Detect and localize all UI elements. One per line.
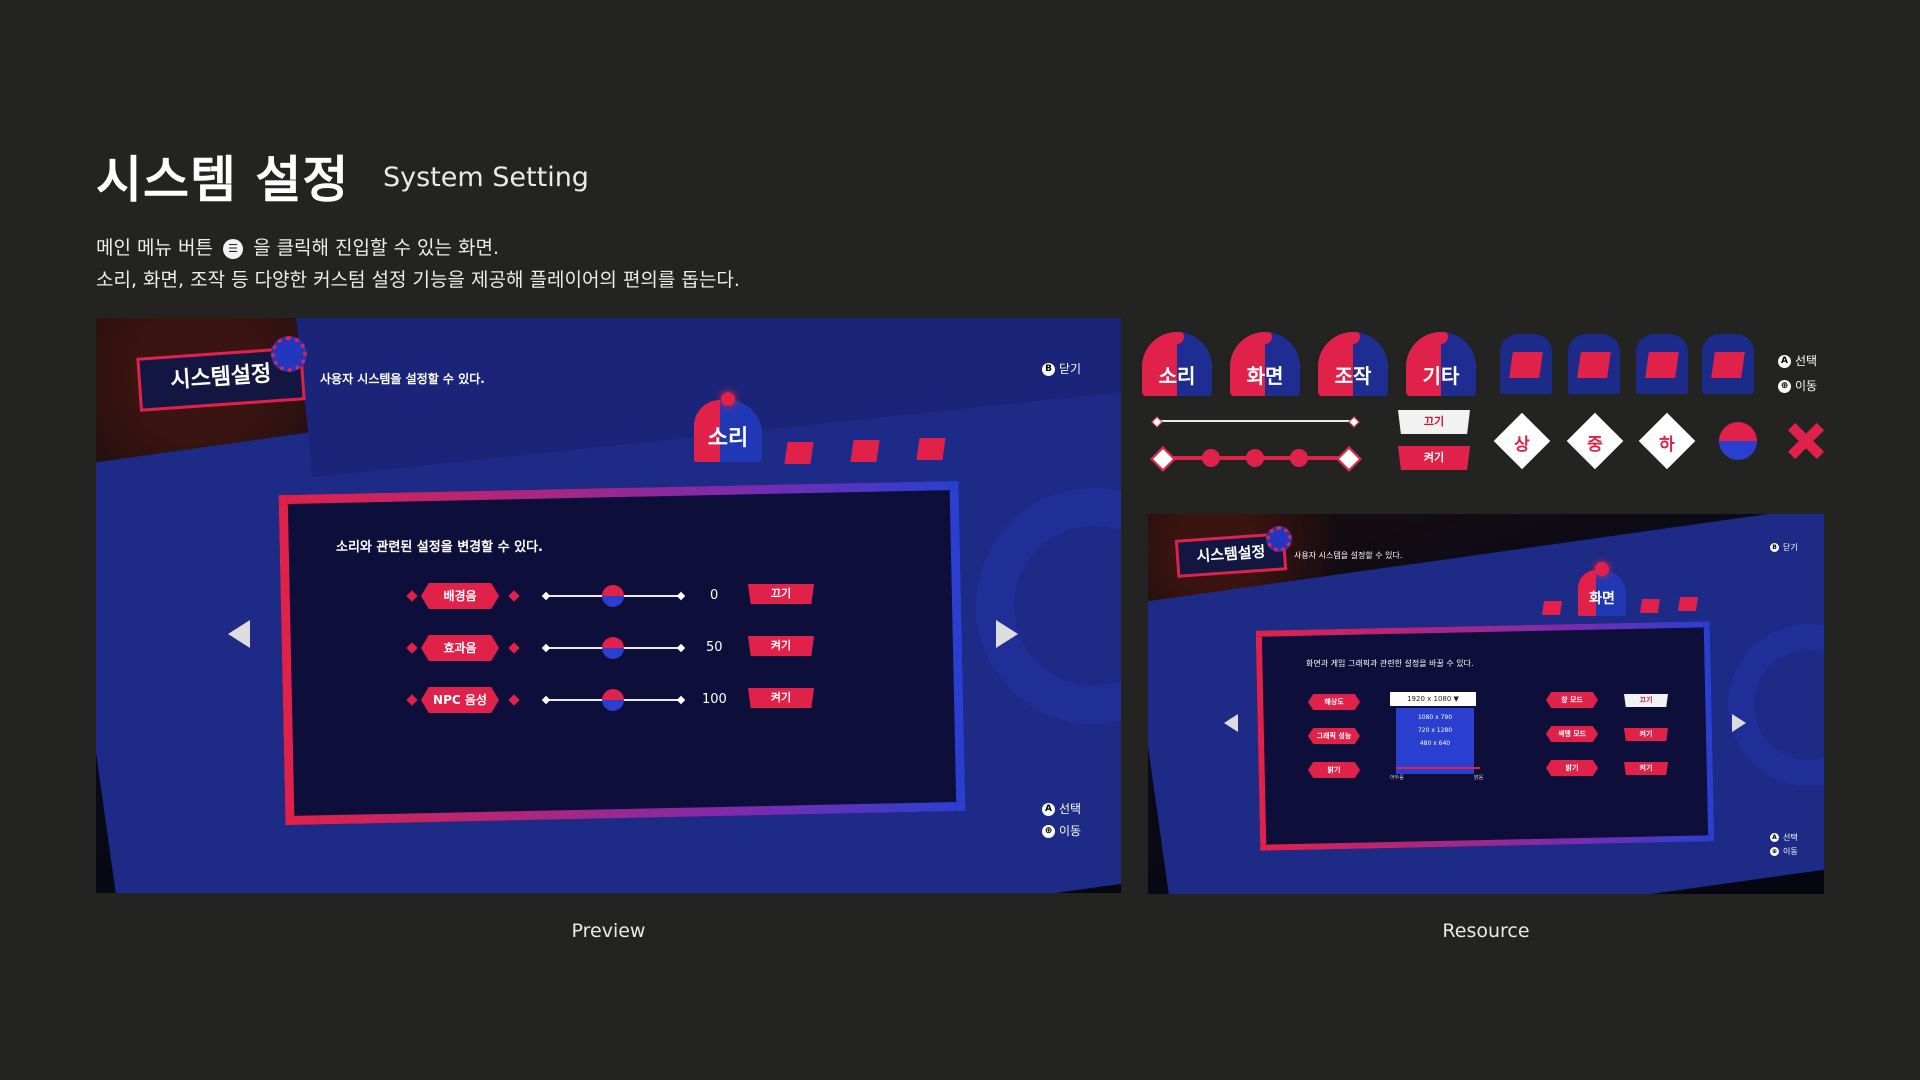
res-row-colorblind: 색맹 모드: [1546, 726, 1598, 742]
b-button-icon: B: [1042, 363, 1055, 376]
row-value: 100: [702, 692, 727, 707]
quality-high-label: 상: [1514, 435, 1530, 455]
screen-tab-icon: [1568, 334, 1620, 394]
res-card-description: 화면과 게임 그래픽과 관련한 설정을 바꿀 수 있다.: [1306, 659, 1474, 668]
res-row-brightness: 밝기: [1308, 762, 1360, 778]
row-value: 50: [706, 640, 723, 655]
cog-icon: [271, 336, 307, 372]
quality-low-label: 하: [1659, 435, 1675, 455]
screen-icon: [784, 442, 814, 464]
toggle-button[interactable]: 끄기: [748, 584, 814, 604]
desc-text-b: 을 클릭해 진입할 수 있는 화면.: [253, 237, 500, 259]
res-row-graphics: 그래픽 성능: [1308, 728, 1360, 744]
dpad-icon: ⊕: [1778, 380, 1791, 393]
control-tab-icon: [1636, 334, 1688, 394]
res-select-hint: A 선택: [1778, 352, 1817, 369]
card-description: 소리와 관련된 설정을 변경할 수 있다.: [336, 540, 543, 555]
res-row-window: 창 모드: [1546, 692, 1598, 708]
res-toggle-off: 끄기: [1398, 410, 1470, 434]
res-tab-screen: 화면: [1230, 332, 1300, 396]
res-row-resolution: 해상도: [1308, 694, 1360, 710]
page-title: 시스템 설정: [96, 151, 350, 209]
res-slider-thin: [1156, 420, 1354, 422]
res-tab-screen-active: 화면: [1578, 562, 1626, 616]
tab-sound[interactable]: 소리: [694, 392, 762, 462]
resolution-option: 480 x 640: [1419, 740, 1451, 747]
res-toggle-on: 켜기: [1398, 446, 1470, 470]
res-prev-arrow-icon: [1224, 714, 1238, 732]
mouse-icon: [850, 440, 880, 462]
resolution-dropdown: 1080 x 790 720 x 1280 480 x 640: [1396, 708, 1474, 774]
tab-screen[interactable]: [778, 432, 820, 474]
resource-caption: Resource: [1442, 920, 1530, 942]
resolution-select: 1920 x 1080 ▼: [1390, 692, 1476, 706]
slider-knob[interactable]: [602, 637, 624, 659]
res-next-arrow-icon: [1732, 714, 1746, 732]
a-button-icon: A: [1778, 355, 1791, 368]
res-slider-max: 밝음: [1474, 775, 1484, 781]
flower-icon: [1788, 423, 1824, 459]
preview-caption: Preview: [571, 920, 646, 942]
dpad-icon: ⊕: [1042, 825, 1055, 838]
etc-icon: [916, 438, 946, 460]
toggle-button[interactable]: 켜기: [748, 636, 814, 656]
a-button-icon: A: [1042, 803, 1055, 816]
desc-text-a: 메인 메뉴 버튼: [96, 237, 213, 259]
res-tab-sound: 소리: [1142, 332, 1212, 396]
next-arrow-icon[interactable]: [996, 620, 1018, 648]
res-toggle: 끄기: [1624, 694, 1668, 707]
move-hint: ⊕ 이동: [1042, 822, 1081, 839]
page-subtitle: System Setting: [383, 162, 589, 193]
prev-arrow-icon[interactable]: [228, 620, 250, 648]
resolution-option: 1080 x 790: [1417, 714, 1453, 721]
res-move-hint: ⊕ 이동: [1778, 377, 1817, 394]
toggle-button[interactable]: 켜기: [748, 688, 814, 708]
slider-knob[interactable]: [602, 689, 624, 711]
res-row-brightness-2: 밝기: [1546, 760, 1598, 776]
res-subtitle: 사용자 시스템을 설정할 수 있다.: [1294, 551, 1403, 560]
preview-panel: 시스템설정 사용자 시스템을 설정할 수 있다. B 닫기 소리 소리와 관련된 …: [96, 318, 1121, 893]
res-preview-move-hint: ⊕ 이동: [1770, 847, 1798, 856]
row-label-bgm: 배경음: [421, 583, 499, 609]
subtitle: 사용자 시스템을 설정할 수 있다.: [320, 372, 485, 386]
description-line-1: 메인 메뉴 버튼 ☰ 을 클릭해 진입할 수 있는 화면.: [96, 233, 499, 260]
tab-control[interactable]: [844, 430, 886, 472]
select-hint: A 선택: [1042, 800, 1081, 817]
resource-preview-panel: 시스템설정 사용자 시스템을 설정할 수 있다. B 닫기 화면 화면과 게임 그…: [1148, 514, 1824, 894]
res-tab-control: 조작: [1318, 332, 1388, 396]
tab-etc[interactable]: [910, 428, 952, 470]
sound-tab-icon: [1500, 334, 1552, 394]
res-tab-etc: 기타: [1406, 332, 1476, 396]
quality-mid-label: 중: [1587, 435, 1603, 455]
slider-knob[interactable]: [602, 585, 624, 607]
resolution-option: 720 x 1280: [1417, 727, 1453, 734]
row-value: 0: [710, 588, 719, 603]
row-label-npc: NPC 음성: [421, 687, 499, 713]
res-toggle: 켜기: [1624, 762, 1668, 775]
menu-button-icon: ☰: [223, 238, 244, 259]
res-preview-select-hint: A 선택: [1770, 832, 1798, 843]
close-hint[interactable]: B 닫기: [1042, 360, 1081, 377]
taeguk-knob-icon: [1719, 422, 1757, 460]
etc-tab-icon: [1702, 334, 1754, 394]
res-close-hint: B 닫기: [1770, 542, 1798, 553]
res-slider-min: 어두움: [1390, 775, 1404, 781]
row-label-sfx: 효과음: [421, 635, 499, 661]
description-line-2: 소리, 화면, 조작 등 다양한 커스텀 설정 기능을 제공해 플레이어의 편의…: [96, 269, 740, 291]
res-toggle: 켜기: [1624, 728, 1668, 741]
